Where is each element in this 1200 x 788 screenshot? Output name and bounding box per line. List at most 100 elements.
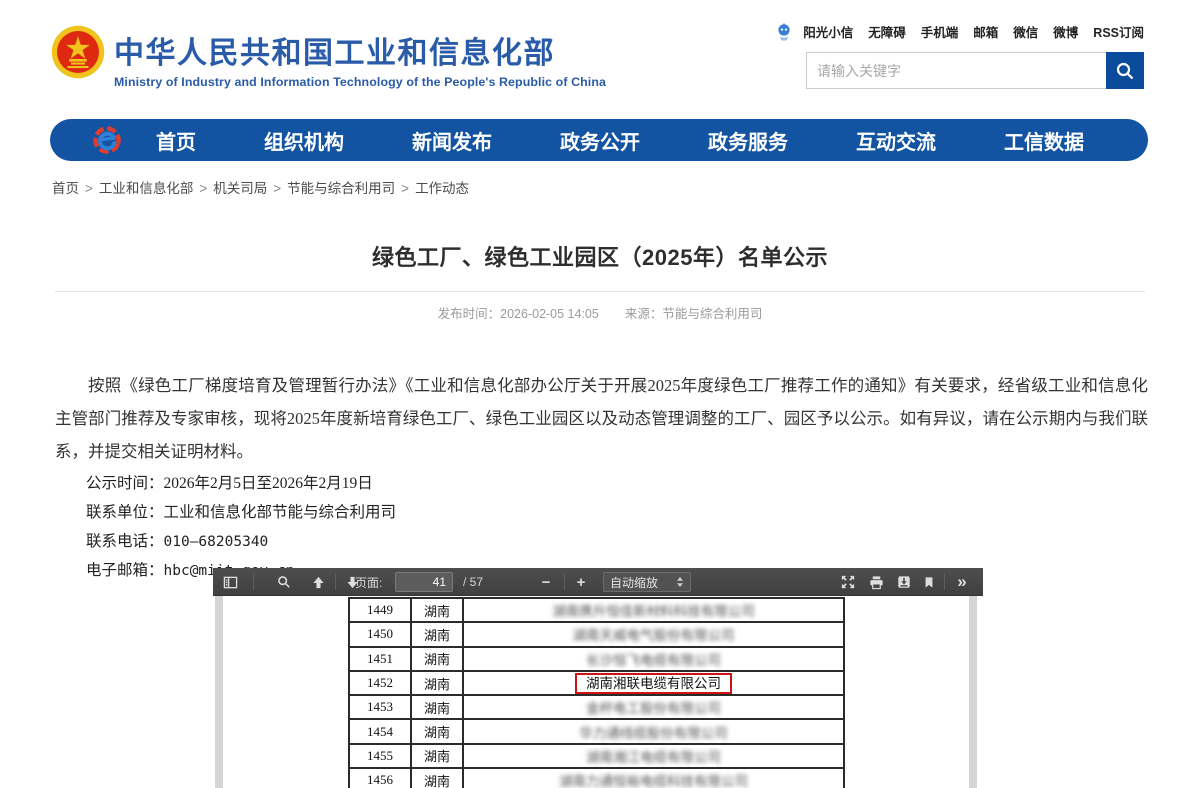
detail-label: 公示时间：: [86, 475, 164, 492]
company-name: 湖南湘江电缆有限公司: [586, 746, 721, 766]
detail-line-0: 公示时间：2026年2月5日至2026年2月19日: [86, 469, 396, 498]
province-cell: 湖南: [412, 623, 464, 645]
page-title: 绿色工厂、绿色工业园区（2025年）名单公示: [0, 240, 1200, 272]
breadcrumb-item-1[interactable]: 工业和信息化部: [99, 181, 194, 196]
source-label: 来源：: [625, 307, 663, 321]
search-input[interactable]: [806, 52, 1106, 89]
row-number-cell: 1454: [350, 720, 412, 742]
nav-items: 首页 组织机构 新闻发布 政务公开 政务服务 互动交流 工信数据: [122, 126, 1118, 155]
zoom-out-button[interactable]: −: [535, 568, 557, 596]
top-links-bar: 阳光小信无障碍手机端邮箱微信微博 RSS订阅: [776, 22, 1144, 41]
pdf-viewer: 页面: / 57 − + 自动缩放: [213, 568, 983, 788]
company-name: 湖南携升恒佳新材料科技有限公司: [552, 600, 755, 620]
top-link-2[interactable]: 手机端: [921, 22, 959, 41]
publish-time-label: 发布时间：: [438, 307, 501, 321]
province-cell: 湖南: [412, 672, 464, 694]
arrow-up-icon: [312, 576, 325, 589]
bookmark-button[interactable]: [916, 568, 942, 596]
row-number-cell: 1456: [350, 769, 412, 788]
detail-line-1: 联系单位：工业和信息化部节能与综合利用司: [86, 498, 396, 527]
select-spinner-icon: [676, 577, 684, 587]
breadcrumb-item-4[interactable]: 工作动态: [415, 181, 469, 196]
announcement-paragraph: 按照《绿色工厂梯度培育及管理暂行办法》《工业和信息化部办公厅关于开展2025年度…: [55, 369, 1148, 468]
page-number-label: 页面:: [355, 568, 382, 596]
print-button[interactable]: [863, 568, 889, 596]
company-cell: 金杯电工股份有限公司: [464, 696, 843, 718]
breadcrumb-item-2[interactable]: 机关司局: [213, 181, 267, 196]
nav-item-2[interactable]: 新闻发布: [412, 126, 492, 155]
top-link-6[interactable]: RSS订阅: [1093, 22, 1144, 41]
row-number-cell: 1450: [350, 623, 412, 645]
national-emblem-logo: [50, 24, 106, 80]
province-cell: 湖南: [412, 599, 464, 621]
zoom-in-button[interactable]: +: [570, 568, 592, 596]
table-row: 1449湖南 湖南携升恒佳新材料科技有限公司: [350, 599, 843, 623]
breadcrumb-separator: >: [401, 181, 409, 196]
download-icon: [897, 575, 911, 589]
search-button[interactable]: [1106, 52, 1144, 89]
detail-label: 联系单位：: [86, 504, 164, 521]
sidebar-toggle-button[interactable]: [217, 568, 243, 596]
row-number-cell: 1452: [350, 672, 412, 694]
province-cell: 湖南: [412, 720, 464, 742]
company-name: 湖南天威电气股份有限公司: [573, 624, 735, 644]
nav-item-6[interactable]: 工信数据: [1004, 126, 1084, 155]
find-button[interactable]: [271, 568, 297, 596]
pdf-table: 1449湖南湖南携升恒佳新材料科技有限公司1450湖南湖南天威电气股份有限公司1…: [348, 597, 845, 788]
company-name: 湖南力通恒裕电缆科技有限公司: [559, 770, 748, 788]
title-divider: [55, 291, 1145, 292]
page-count-label: / 57: [463, 568, 483, 596]
table-row: 1454湖南 华力通线缆股份有限公司: [350, 720, 843, 744]
detail-value: 010—68205340: [164, 534, 269, 550]
company-cell: 湖南湘江电缆有限公司: [464, 745, 843, 767]
nav-item-1[interactable]: 组织机构: [264, 126, 344, 155]
top-link-5[interactable]: 微博: [1053, 22, 1078, 41]
detail-line-2: 联系电话：010—68205340: [86, 527, 396, 556]
top-link-1[interactable]: 无障碍: [868, 22, 906, 41]
site-search: [806, 52, 1144, 89]
presentation-mode-button[interactable]: [835, 568, 861, 596]
table-row: 1456湖南湖南力通恒裕电缆科技有限公司: [350, 769, 843, 788]
company-name: 华力通线缆股份有限公司: [579, 722, 728, 742]
breadcrumb-item-3[interactable]: 节能与综合利用司: [287, 181, 395, 196]
detail-value: 2026年2月5日至2026年2月19日: [164, 475, 373, 492]
breadcrumb-item-0[interactable]: 首页: [52, 181, 79, 196]
province-cell: 湖南: [412, 648, 464, 670]
top-link-4[interactable]: 微信: [1013, 22, 1038, 41]
top-link-0[interactable]: 阳光小信: [803, 22, 853, 41]
zoom-mode-select[interactable]: 自动缩放: [603, 572, 691, 592]
table-row: 1451湖南长沙恒飞电缆有限公司: [350, 648, 843, 672]
breadcrumb-separator: >: [85, 181, 93, 196]
row-number-cell: 1453: [350, 696, 412, 718]
company-cell: 湖南湘联电缆有限公司: [464, 672, 843, 694]
pdf-left-edge: [215, 596, 223, 788]
article-body: 按照《绿色工厂梯度培育及管理暂行办法》《工业和信息化部办公厅关于开展2025年度…: [55, 369, 1148, 468]
row-number-cell: 1449: [350, 599, 412, 621]
page-number-input[interactable]: [395, 572, 453, 592]
company-name: 长沙恒飞电缆有限公司: [586, 649, 721, 669]
nav-item-4[interactable]: 政务服务: [708, 126, 788, 155]
printer-icon: [869, 575, 884, 590]
breadcrumb: 首页>工业和信息化部>机关司局>节能与综合利用司>工作动态: [52, 177, 469, 197]
article-meta: 发布时间：2026-02-05 14:05来源：节能与综合利用司: [0, 303, 1200, 322]
sidebar-toggle-icon: [223, 575, 238, 590]
company-cell: 湖南天威电气股份有限公司: [464, 623, 843, 645]
top-link-3[interactable]: 邮箱: [973, 22, 998, 41]
pdf-scrollbar[interactable]: [969, 596, 977, 788]
table-row: 1450湖南 湖南天威电气股份有限公司: [350, 623, 843, 647]
nav-item-3[interactable]: 政务公开: [560, 126, 640, 155]
find-icon: [277, 575, 291, 589]
table-row: 1452湖南湖南湘联电缆有限公司: [350, 672, 843, 696]
previous-page-button[interactable]: [305, 568, 331, 596]
download-button[interactable]: [891, 568, 917, 596]
nav-item-0[interactable]: 首页: [156, 126, 196, 155]
detail-value: 工业和信息化部节能与综合利用司: [164, 504, 397, 521]
search-icon: [1115, 61, 1135, 81]
nav-item-5[interactable]: 互动交流: [856, 126, 936, 155]
detail-label: 电子邮箱：: [86, 562, 164, 579]
more-tools-button[interactable]: »: [949, 568, 975, 596]
pdf-page: 1449湖南湖南携升恒佳新材料科技有限公司1450湖南湖南天威电气股份有限公司1…: [213, 596, 983, 788]
ministry-title-en: Ministry of Industry and Information Tec…: [114, 75, 606, 89]
table-row: 1455湖南湖南湘江电缆有限公司: [350, 745, 843, 769]
province-cell: 湖南: [412, 696, 464, 718]
